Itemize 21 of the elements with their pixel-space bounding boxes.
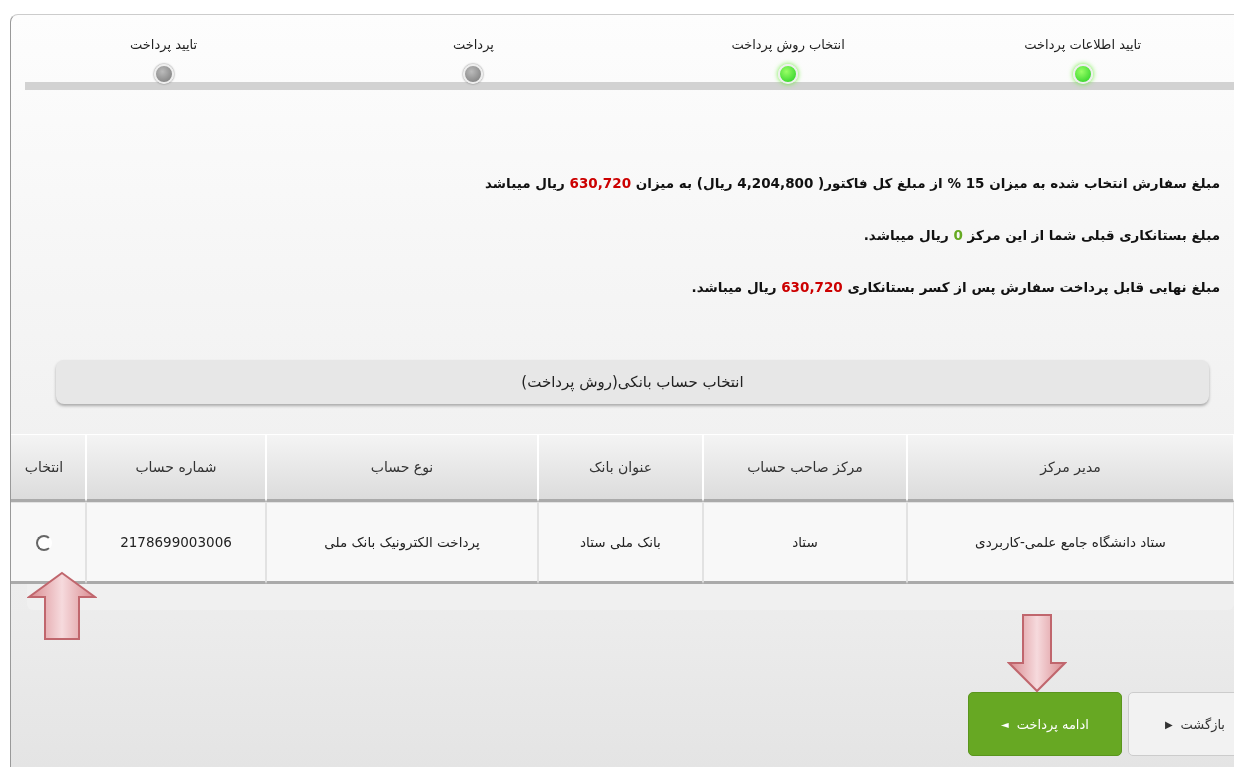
back-button[interactable]: بازگشت ▶ <box>1128 692 1234 756</box>
column-header: انتخاب <box>11 434 86 502</box>
section-title: انتخاب حساب بانکی(روش پرداخت) <box>56 360 1209 404</box>
table-cell: ستاد دانشگاه جامع علمی-کاربردی <box>907 502 1234 584</box>
table-cell: ستاد <box>703 502 907 584</box>
table-cell: بانک ملی ستاد <box>538 502 703 584</box>
column-header: عنوان بانک <box>538 434 703 502</box>
column-header: شماره حساب <box>86 434 266 502</box>
column-header: نوع حساب <box>266 434 538 502</box>
caret-icon: ▶ <box>1164 718 1173 730</box>
step-label: پرداخت <box>452 37 494 52</box>
table-cell: 2178699003006 <box>86 502 266 584</box>
annotation-arrow <box>27 571 97 641</box>
step-label: انتخاب روش پرداخت <box>731 37 845 52</box>
radio-button[interactable] <box>36 534 52 551</box>
column-header: مرکز صاحب حساب <box>703 434 907 502</box>
caret-icon: ◄ <box>1001 718 1009 730</box>
table-cell: پرداخت الکترونیک بانک ملی <box>266 502 538 584</box>
step-label: تایید اطلاعات پرداخت <box>1024 37 1142 52</box>
column-header: مدیر مرکز <box>907 434 1234 502</box>
step-label: تایید پرداخت <box>130 37 198 52</box>
